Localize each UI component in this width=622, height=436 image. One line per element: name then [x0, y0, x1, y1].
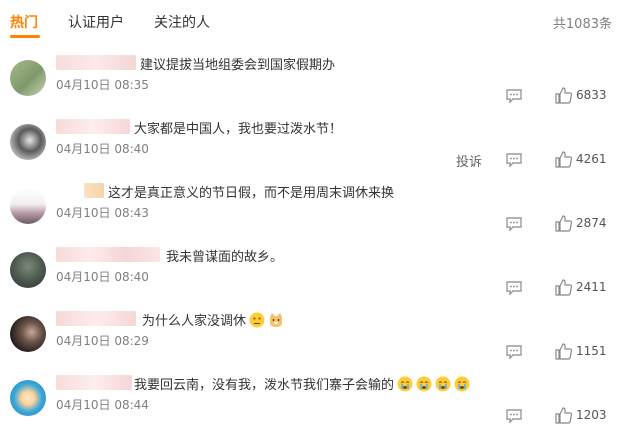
like-count: 2874: [576, 216, 607, 230]
blurred-username[interactable]: [56, 375, 132, 390]
blurred-username[interactable]: [56, 311, 136, 326]
like-count: 1151: [576, 344, 607, 358]
comment-item: 为什么人家没调休 04月10日 08:29 1151: [0, 308, 622, 372]
avatar[interactable]: [10, 380, 46, 416]
comment-time: 04月10日 08:29: [56, 334, 149, 348]
thinking-emoji-icon: [249, 312, 265, 328]
avatar[interactable]: [10, 60, 46, 96]
comment-item: 这才是真正意义的节日假，而不是用周末调休来换 04月10日 08:43 2874: [0, 180, 622, 244]
comment-time: 04月10日 08:35: [56, 78, 149, 92]
comment-text-content: 为什么人家没调休: [142, 314, 247, 329]
like-count: 2411: [576, 280, 607, 294]
report-button[interactable]: 投诉: [456, 151, 482, 170]
avatar[interactable]: [10, 316, 46, 352]
reply-icon[interactable]: [506, 345, 522, 359]
tab-hot[interactable]: 热门: [10, 12, 38, 32]
comment-item: 我未曾谋面的故乡。 04月10日 08:40 2411: [0, 244, 622, 308]
reply-icon[interactable]: [506, 89, 522, 103]
avatar[interactable]: [10, 124, 46, 160]
avatar[interactable]: [10, 188, 46, 224]
blurred-username[interactable]: [56, 119, 130, 134]
like-icon[interactable]: [555, 215, 572, 232]
reply-icon[interactable]: [506, 217, 522, 231]
like-icon[interactable]: [555, 279, 572, 296]
crying-emoji-icon: [397, 376, 413, 392]
comment-time: 04月10日 08:40: [56, 270, 149, 284]
comment-item: 建议提拔当地组委会到国家假期办 04月10日 08:35 6833: [0, 52, 622, 116]
crying-emoji-icon: [435, 376, 451, 392]
crying-emoji-icon: [454, 376, 470, 392]
like-icon[interactable]: [555, 343, 572, 360]
comment-text: 我未曾谋面的故乡。: [166, 250, 284, 265]
like-icon[interactable]: [555, 151, 572, 168]
comment-text: 大家都是中国人，我也要过泼水节！: [134, 122, 343, 137]
comment-text-content: 我要回云南，没有我，泼水节我们寨子会输的: [134, 378, 395, 393]
like-count: 1203: [576, 408, 607, 422]
comment-time: 04月10日 08:40: [56, 142, 149, 156]
comment-text: 建议提拔当地组委会到国家假期办: [140, 58, 336, 73]
avatar[interactable]: [10, 252, 46, 288]
reply-icon[interactable]: [506, 409, 522, 423]
comment-text: 这才是真正意义的节日假，而不是用周末调休来换: [108, 186, 395, 201]
comment-item: 我要回云南，没有我，泼水节我们寨子会输的 04月10日 08:44 1203: [0, 372, 622, 436]
reply-icon[interactable]: [506, 281, 522, 295]
comment-time: 04月10日 08:44: [56, 398, 149, 412]
comment-tabs: 热门 认证用户 关注的人 共1083条: [0, 0, 622, 44]
blurred-username[interactable]: [84, 183, 104, 198]
comment-text: 我要回云南，没有我，泼水节我们寨子会输的: [134, 374, 470, 393]
like-icon[interactable]: [555, 407, 572, 424]
reply-icon[interactable]: [506, 153, 522, 167]
blurred-username[interactable]: [56, 247, 160, 262]
like-count: 4261: [576, 152, 607, 166]
tab-verified-users[interactable]: 认证用户: [68, 12, 124, 32]
active-tab-indicator: [10, 35, 40, 38]
like-count: 6833: [576, 88, 607, 102]
comment-time: 04月10日 08:43: [56, 206, 149, 220]
like-icon[interactable]: [555, 87, 572, 104]
comment-item: 大家都是中国人，我也要过泼水节！ 04月10日 08:40 投诉 4261: [0, 116, 622, 180]
blurred-username[interactable]: [56, 55, 136, 70]
comment-text: 为什么人家没调休: [142, 310, 284, 329]
tab-following[interactable]: 关注的人: [154, 12, 210, 32]
doge-emoji-icon: [270, 313, 283, 327]
comment-total-count: 共1083条: [552, 17, 612, 32]
crying-emoji-icon: [416, 376, 432, 392]
